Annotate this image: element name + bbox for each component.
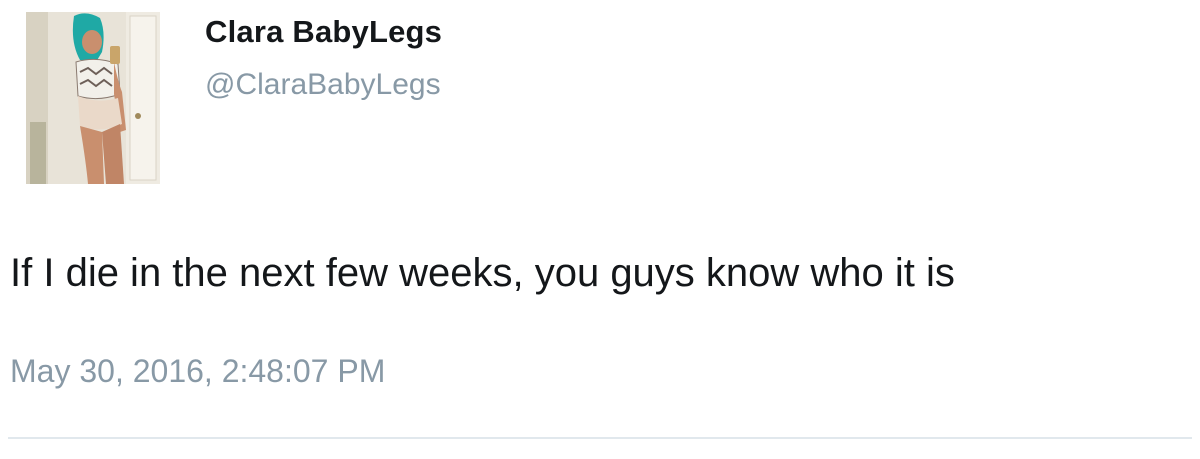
tweet-timestamp[interactable]: May 30, 2016, 2:48:07 PM [10, 353, 385, 390]
tweet-text: If I die in the next few weeks, you guys… [10, 251, 955, 295]
divider [8, 437, 1192, 439]
tweet-card: Clara BabyLegs @ClaraBabyLegs If I die i… [0, 0, 1200, 459]
avatar-photo [26, 12, 160, 184]
user-handle[interactable]: @ClaraBabyLegs [205, 68, 441, 102]
avatar[interactable] [26, 12, 160, 184]
display-name[interactable]: Clara BabyLegs [205, 14, 442, 50]
